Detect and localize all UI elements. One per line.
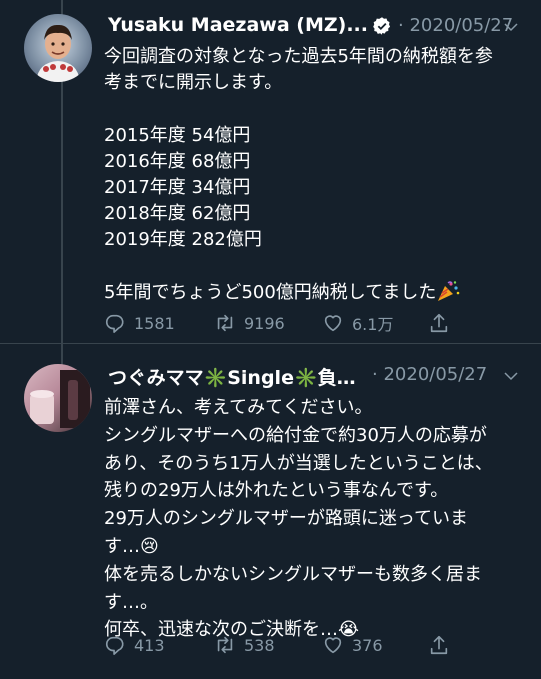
author-name[interactable]: Yusaku Maezawa (MZ)... — [108, 14, 368, 36]
retweet-count: 9196 — [244, 313, 285, 333]
reply-icon — [105, 314, 124, 333]
verified-badge-icon — [373, 17, 391, 35]
avatar[interactable] — [24, 14, 92, 82]
retweet-icon — [217, 636, 233, 654]
reply-button[interactable]: 413 — [104, 632, 165, 658]
retweet-count: 538 — [244, 635, 275, 655]
tweet-actions: 1581 9196 6.1万 — [104, 310, 504, 336]
author-name[interactable]: つぐみママ✳️Single✳️負… — [108, 363, 356, 390]
tweet-header: Yusaku Maezawa (MZ)... · 2020/05/27 — [108, 14, 528, 44]
retweet-icon — [217, 314, 233, 332]
tweet-actions: 413 538 376 — [104, 632, 504, 658]
chevron-down-icon[interactable] — [502, 18, 520, 36]
retweet-button[interactable]: 538 — [214, 632, 275, 658]
like-count: 376 — [352, 635, 383, 655]
share-icon — [430, 313, 448, 333]
tweet-date[interactable]: · 2020/05/27 — [398, 15, 513, 36]
like-icon — [324, 637, 342, 654]
tweet-date[interactable]: · 2020/05/27 — [372, 364, 487, 385]
reply-button[interactable]: 1581 — [104, 310, 175, 336]
avatar-person-image — [36, 24, 80, 82]
like-count: 6.1万 — [352, 315, 394, 334]
share-button[interactable] — [428, 632, 458, 658]
chevron-down-icon[interactable] — [502, 367, 520, 385]
reply-count: 413 — [134, 635, 165, 655]
avatar-photo-image — [30, 370, 90, 428]
like-icon — [324, 315, 342, 332]
like-button[interactable]: 6.1万 — [322, 310, 393, 336]
tweet-header: つぐみママ✳️Single✳️負… · 2020/05/27 — [108, 363, 528, 393]
party-popper-icon — [436, 280, 460, 302]
share-button[interactable] — [428, 310, 458, 336]
avatar[interactable] — [24, 364, 92, 432]
tweet-text: 前澤さん、考えてみてください。 シングルマザーへの給付金で約30万人の応募が あ… — [104, 397, 493, 641]
tweet-maezawa[interactable]: Yusaku Maezawa (MZ)... · 2020/05/27 今回調査… — [0, 0, 541, 344]
reply-count: 1581 — [134, 313, 175, 333]
reply-icon — [105, 636, 124, 655]
like-button[interactable]: 376 — [322, 632, 383, 658]
tweet-text: 今回調査の対象となった過去5年間の納税額を参 考までに開示します。 2015年度… — [104, 46, 493, 303]
tweet-reply[interactable]: つぐみママ✳️Single✳️負… · 2020/05/27 前澤さん、考えてみ… — [0, 344, 541, 679]
retweet-button[interactable]: 9196 — [214, 310, 285, 336]
share-icon — [430, 635, 448, 655]
